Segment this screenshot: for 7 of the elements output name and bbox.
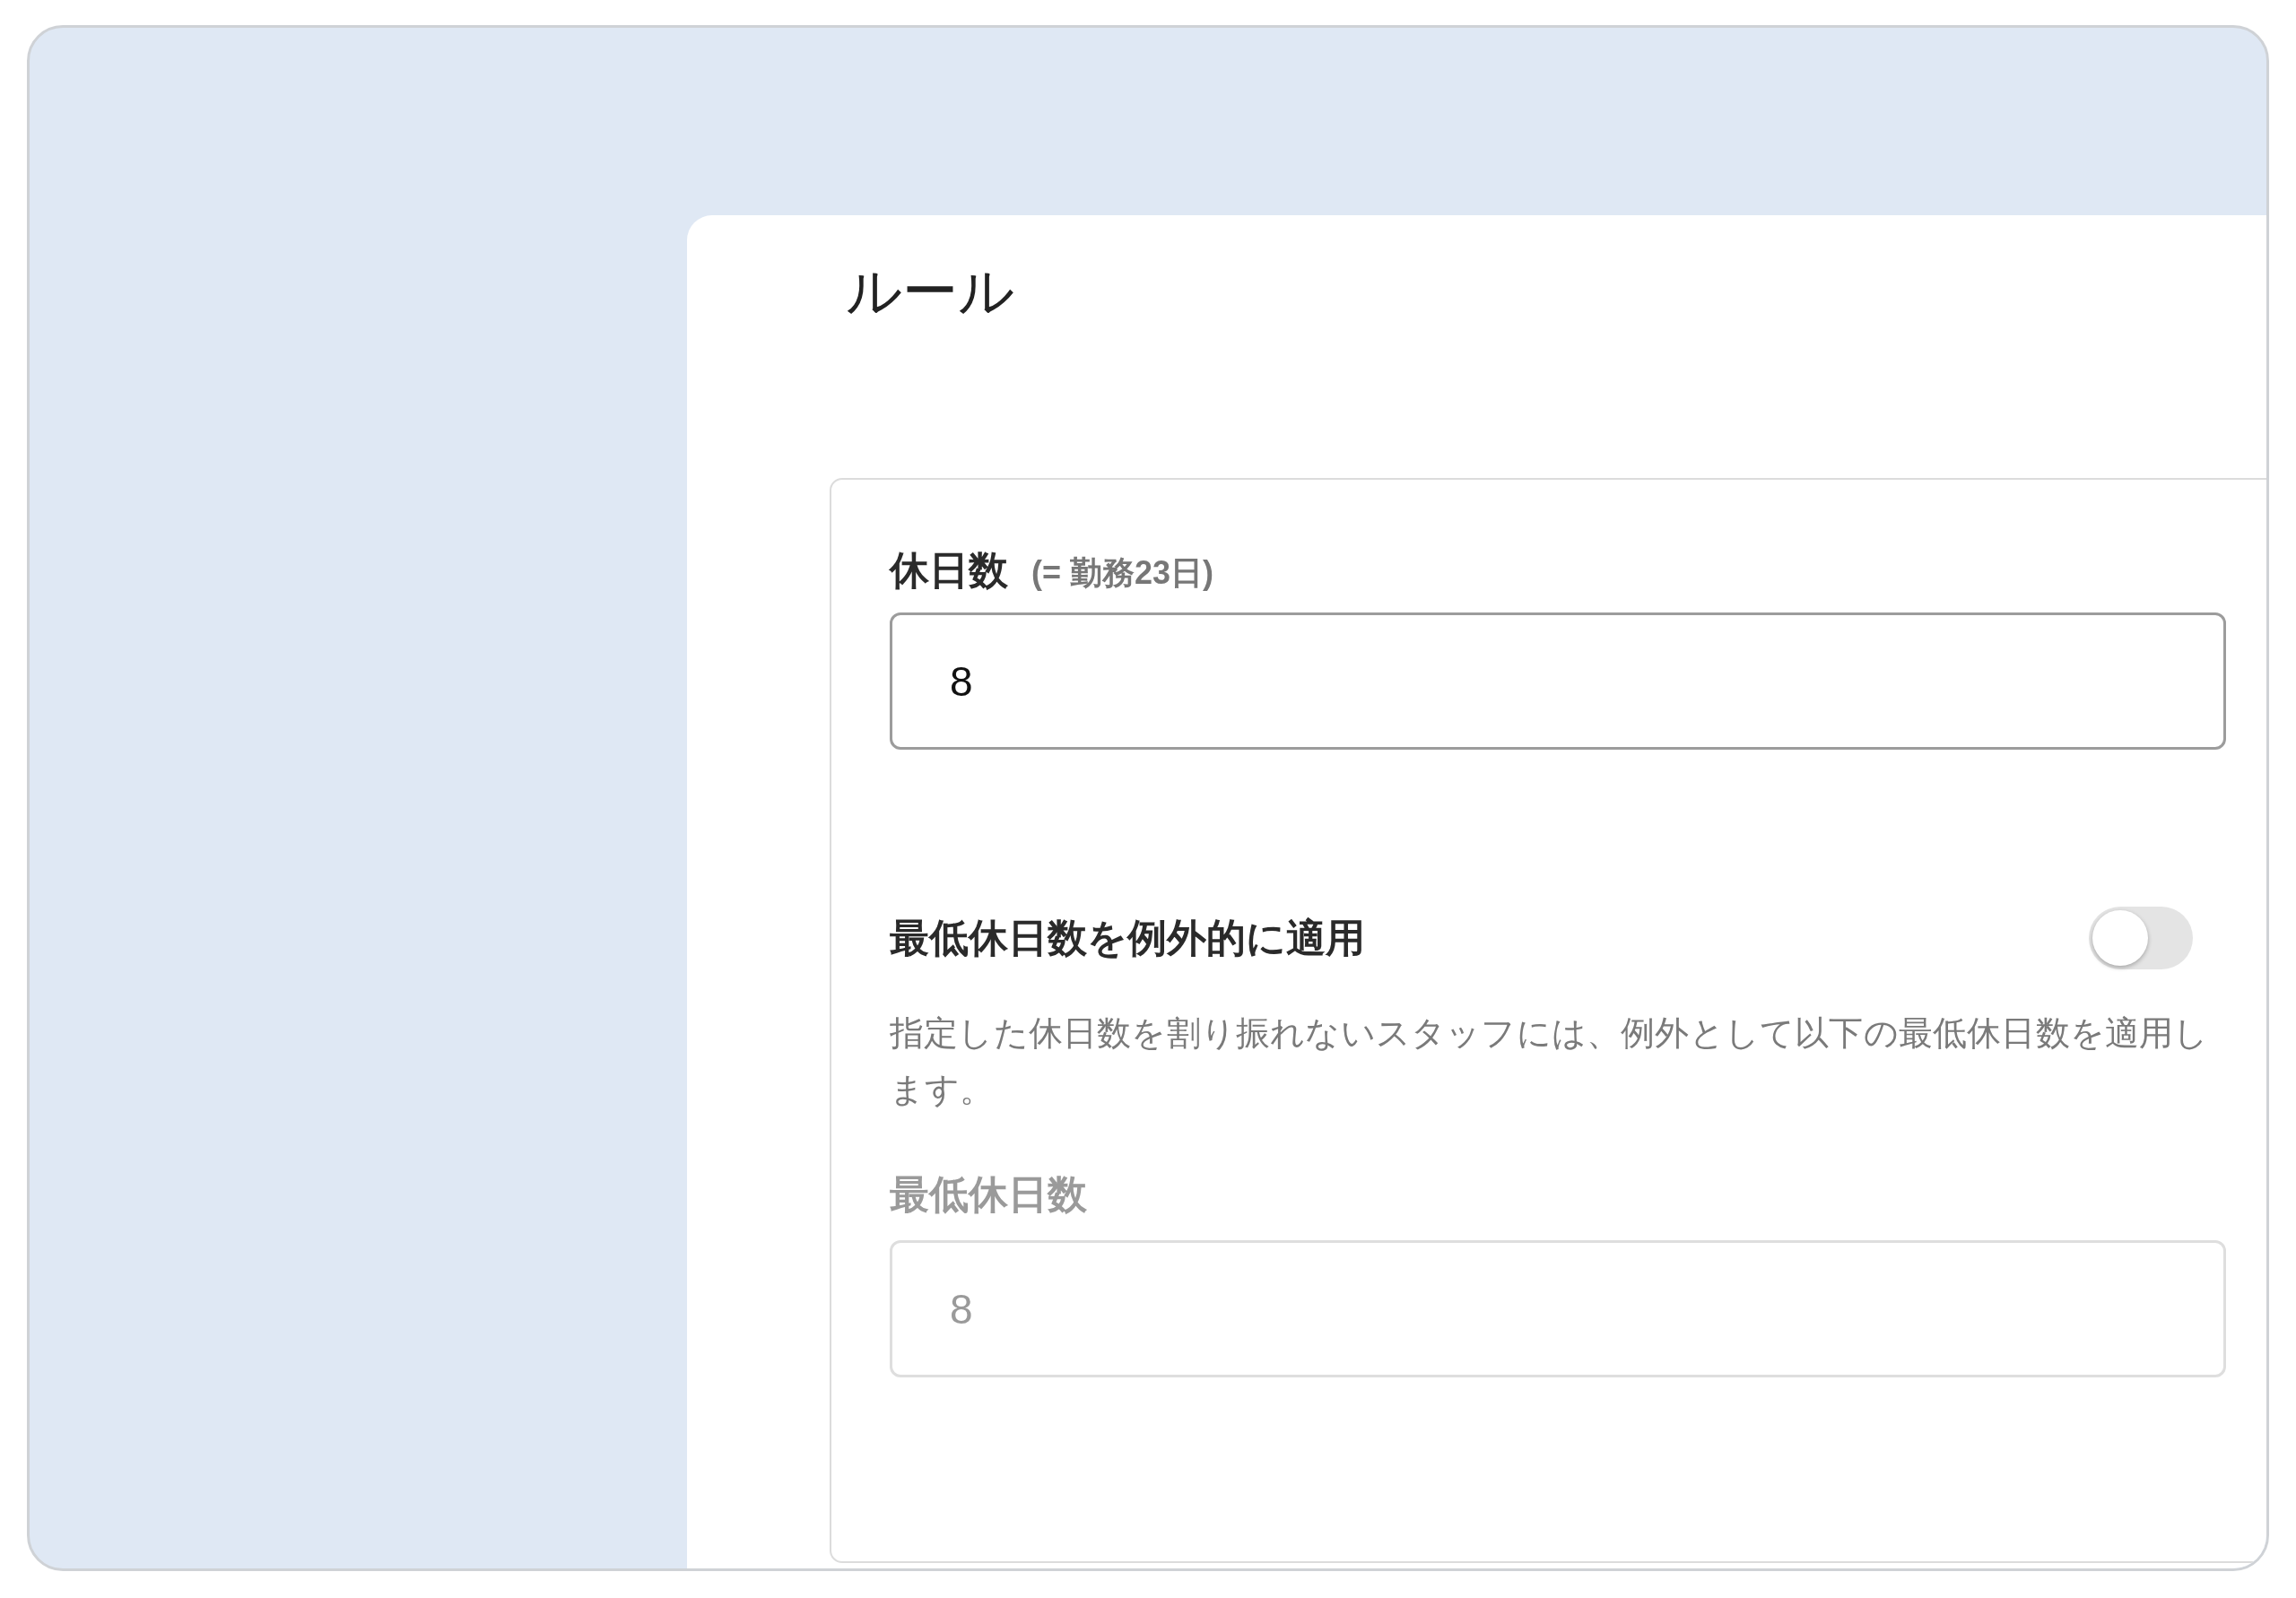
toggle-label: 最低休日数を例外的に適用 (890, 915, 1365, 961)
field-label: 最低休日数 (890, 1172, 1087, 1216)
description-text: 指定した休日数を割り振れないスタッフには、例外として以下の最低休日数を適用します。 (890, 1013, 2210, 1110)
field-label: 休日数 (890, 547, 1008, 594)
input-field[interactable]: 8 (890, 612, 2226, 750)
field-note: (= 勤務23日) (1031, 553, 1214, 593)
panel-title: ルール (846, 259, 1014, 324)
